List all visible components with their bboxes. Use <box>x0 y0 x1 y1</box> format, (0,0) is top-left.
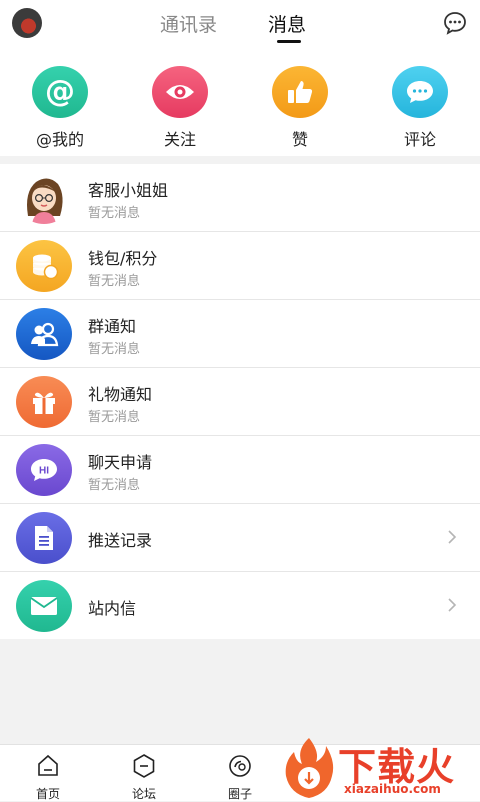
forum-icon <box>133 754 155 778</box>
nav-home[interactable]: 首页 <box>18 753 78 802</box>
gift-icon <box>16 376 72 428</box>
list-item-subtitle: 暂无消息 <box>88 410 141 425</box>
mail-icon <box>16 580 72 632</box>
flame-logo-icon <box>285 738 334 798</box>
list-item-subtitle: 暂无消息 <box>88 478 141 493</box>
list-item-title: 聊天申请 <box>88 453 153 472</box>
nav-forum-label: 论坛 <box>131 787 156 801</box>
chat-bubble-icon[interactable] <box>442 10 468 36</box>
home-icon <box>38 754 58 776</box>
at-icon: @ <box>32 66 88 118</box>
circle-icon <box>229 755 251 777</box>
list-item-title: 推送记录 <box>88 531 153 550</box>
quick-follow-label: 关注 <box>163 130 196 149</box>
list-item-subtitle: 暂无消息 <box>88 342 141 357</box>
quick-mentions[interactable]: @ @我的 <box>10 66 110 150</box>
nav-forum[interactable]: 论坛 <box>114 753 174 802</box>
list-item-inbox[interactable]: 站内信 <box>0 572 480 639</box>
quick-mentions-label: @我的 <box>35 130 84 149</box>
tab-contacts[interactable]: 通讯录 <box>160 10 217 37</box>
chevron-right-icon <box>448 530 457 544</box>
eye-icon <box>152 66 208 118</box>
customer-service-avatar <box>16 172 72 224</box>
nav-circle[interactable]: 圈子 <box>210 753 270 802</box>
list-item-customer-service[interactable]: 客服小姐姐 暂无消息 <box>0 164 480 232</box>
chevron-right-icon <box>448 598 457 612</box>
list-item-title: 礼物通知 <box>88 385 153 404</box>
download-watermark: 下载火 xiazaihuo.com <box>282 732 480 800</box>
quick-follow[interactable]: 关注 <box>130 66 230 150</box>
nav-circle-label: 圈子 <box>227 787 252 801</box>
list-item-title: 站内信 <box>88 599 137 618</box>
user-avatar[interactable] <box>12 8 42 38</box>
document-icon <box>16 512 72 564</box>
tab-messages[interactable]: 消息 <box>268 10 306 37</box>
list-item-wallet[interactable]: 钱包/积分 暂无消息 <box>0 232 480 300</box>
nav-home-label: 首页 <box>35 787 60 801</box>
message-list: 客服小姐姐 暂无消息 钱包/积分 暂无消息 群通知 暂无消息 礼物通知 暂无消息… <box>0 164 480 639</box>
list-item-gift-notice[interactable]: 礼物通知 暂无消息 <box>0 368 480 436</box>
list-item-chat-request[interactable]: HI 聊天申请 暂无消息 <box>0 436 480 504</box>
list-item-push-records[interactable]: 推送记录 <box>0 504 480 572</box>
list-item-subtitle: 暂无消息 <box>88 274 141 289</box>
quick-actions-bar: @ @我的 关注 赞 评论 <box>0 48 480 156</box>
watermark-url: xiazaihuo.com <box>344 782 441 796</box>
list-item-title: 群通知 <box>88 317 137 336</box>
list-item-title: 钱包/积分 <box>88 249 158 268</box>
comment-icon <box>392 66 448 118</box>
svg-text:HI: HI <box>39 466 49 477</box>
quick-likes[interactable]: 赞 <box>250 66 350 150</box>
quick-likes-label: 赞 <box>291 130 308 149</box>
active-tab-indicator <box>277 40 301 43</box>
thumbs-up-icon <box>272 66 328 118</box>
hi-bubble-icon: HI <box>16 444 72 496</box>
quick-comments-label: 评论 <box>403 130 436 149</box>
group-icon <box>16 308 72 360</box>
coins-icon <box>16 240 72 292</box>
list-item-title: 客服小姐姐 <box>88 181 169 200</box>
top-header: 通讯录 消息 <box>0 0 480 48</box>
list-item-group-notice[interactable]: 群通知 暂无消息 <box>0 300 480 368</box>
list-item-subtitle: 暂无消息 <box>88 206 141 221</box>
quick-comments[interactable]: 评论 <box>370 66 470 150</box>
